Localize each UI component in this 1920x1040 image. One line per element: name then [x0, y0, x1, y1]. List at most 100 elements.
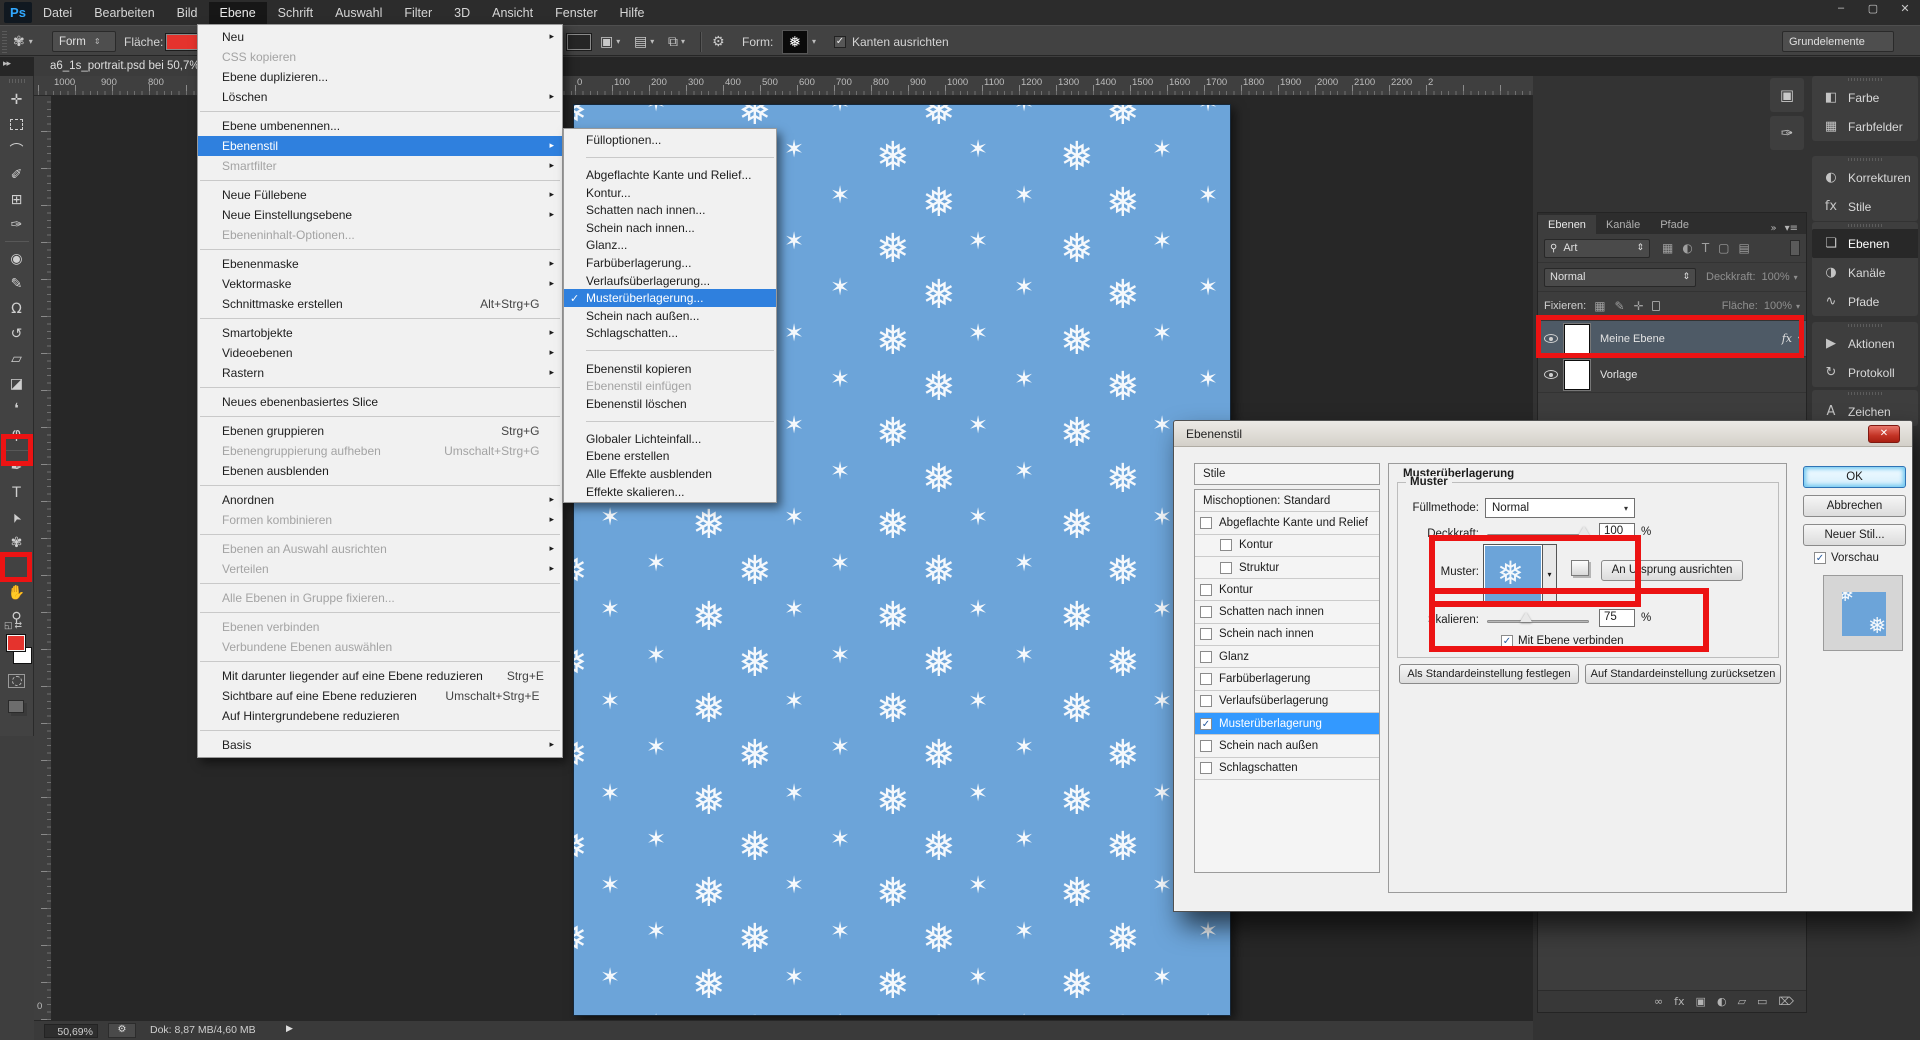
- menu-item[interactable]: ✓ Alle Ebenen in Gruppe fixieren... ▸: [198, 588, 562, 608]
- tool-button[interactable]: ✑: [2, 212, 32, 237]
- style-checkbox[interactable]: ✓: [1200, 606, 1212, 618]
- menu-item[interactable]: ✓ Auf Hintergrundebene reduzieren ▸: [198, 706, 562, 726]
- menu-item[interactable]: ✓ Videoebenen ▸: [198, 343, 562, 363]
- menu-item[interactable]: ✓ Löschen ▸: [198, 87, 562, 107]
- tool-button[interactable]: ⌒: [2, 137, 32, 162]
- tool-button[interactable]: [2, 446, 32, 455]
- tool-button[interactable]: ▱: [2, 346, 32, 371]
- panel-collapse-icon[interactable]: »: [1770, 223, 1776, 234]
- style-checkbox[interactable]: ✓: [1200, 584, 1212, 596]
- menu-item[interactable]: ✓ ▸: [198, 481, 562, 490]
- filter-kind-icon[interactable]: ▢: [1718, 241, 1729, 255]
- tool-button[interactable]: ✎: [2, 271, 32, 296]
- workspace-switcher[interactable]: Grundelemente: [1782, 31, 1894, 52]
- menu-item[interactable]: ✓ ▸: [198, 530, 562, 539]
- blend-mode-select[interactable]: Normal ⇕: [1544, 268, 1696, 287]
- tab-kanaele[interactable]: Kanäle: [1596, 215, 1650, 234]
- style-row[interactable]: ✓ Mischoptionen: Standard: [1195, 490, 1379, 512]
- custom-shape-tool-icon[interactable]: ✾: [13, 34, 25, 50]
- dock-icon-button[interactable]: ▣: [1770, 78, 1804, 112]
- layer-thumbnail[interactable]: [1564, 324, 1590, 354]
- tool-button[interactable]: ⊞: [2, 187, 32, 212]
- new-style-button[interactable]: Neuer Stil...: [1803, 524, 1906, 546]
- tool-button[interactable]: ❛: [2, 396, 32, 421]
- style-row[interactable]: ✓ Abgeflachte Kante und Relief: [1195, 512, 1379, 534]
- style-checkbox[interactable]: ✓: [1200, 762, 1212, 774]
- tool-button[interactable]: ➤: [2, 505, 32, 530]
- menu-item[interactable]: ✓ Basis ▸: [198, 735, 562, 755]
- dock-panel-button[interactable]: ◑ Kanäle: [1812, 258, 1918, 287]
- dialog-title-bar[interactable]: Ebenenstil ✕: [1174, 421, 1912, 447]
- menu-item[interactable]: ✓ Ebenen an Auswahl ausrichten ▸: [198, 539, 562, 559]
- lock-option-icon[interactable]: ✎: [1615, 299, 1625, 313]
- menu-item[interactable]: ✓ CSS kopieren ▸: [198, 47, 562, 67]
- menu-item[interactable]: ✓ Effekte skalieren... ▸: [564, 483, 776, 501]
- menu-item[interactable]: ✓ Musterüberlagerung... ▸: [564, 289, 776, 307]
- foreground-color-swatch[interactable]: [6, 634, 26, 652]
- menu-item[interactable]: ✓ ▸: [198, 176, 562, 185]
- dock-panel-button[interactable]: ◧ Farbe: [1812, 83, 1918, 112]
- menu-item[interactable]: ✓ Verbundene Ebenen auswählen ▸: [198, 637, 562, 657]
- dock-panel-button[interactable]: ∿ Pfade: [1812, 287, 1918, 316]
- stroke-color-swatch[interactable]: [566, 33, 592, 51]
- menu-item[interactable]: ✓ Globaler Lichteinfall... ▸: [564, 430, 776, 448]
- menu-item[interactable]: ✓ Fülloptionen... ▸: [564, 131, 776, 149]
- style-row[interactable]: ✓ Farbüberlagerung: [1195, 668, 1379, 690]
- cancel-button[interactable]: Abbrechen: [1803, 495, 1906, 517]
- menu-item[interactable]: Ebene: [209, 2, 267, 24]
- style-checkbox[interactable]: ✓: [1220, 539, 1232, 551]
- tab-ebenen[interactable]: Ebenen: [1538, 215, 1596, 234]
- set-default-button[interactable]: Als Standardeinstellung festlegen: [1399, 664, 1579, 684]
- menu-item[interactable]: ✓ Schatten nach innen... ▸: [564, 201, 776, 219]
- menu-item[interactable]: ✓ Abgeflachte Kante und Relief... ▸: [564, 166, 776, 184]
- style-checkbox[interactable]: ✓: [1220, 562, 1232, 574]
- layer-thumbnail[interactable]: [1564, 360, 1590, 390]
- ok-button[interactable]: OK: [1803, 466, 1906, 488]
- align-origin-button[interactable]: An Ursprung ausrichten: [1601, 560, 1743, 581]
- menu-item[interactable]: Auswahl: [324, 2, 393, 24]
- visibility-eye-icon[interactable]: [1538, 334, 1564, 343]
- menu-item[interactable]: ✓ Ebenen verbinden ▸: [198, 617, 562, 637]
- menu-item[interactable]: ✓ Ebenenmaske ▸: [198, 254, 562, 274]
- layer-row-vorlage[interactable]: Vorlage: [1538, 357, 1806, 393]
- lock-all-icon[interactable]: [1652, 301, 1660, 311]
- menu-item[interactable]: ✓ Schein nach innen... ▸: [564, 219, 776, 237]
- menu-item[interactable]: Fenster: [544, 2, 608, 24]
- menu-item[interactable]: ✓ Neu ▸: [198, 27, 562, 47]
- menu-item[interactable]: Datei: [32, 2, 83, 24]
- menu-item[interactable]: ✓ Alle Effekte ausblenden ▸: [564, 465, 776, 483]
- menu-item[interactable]: ✓ Neue Einstellungsebene ▸: [198, 205, 562, 225]
- fill-color-swatch[interactable]: [165, 33, 199, 51]
- options-grip[interactable]: [2, 31, 7, 53]
- zoom-level-field[interactable]: 50,69%: [44, 1024, 98, 1038]
- menu-item[interactable]: ✓ ▸: [198, 107, 562, 116]
- menu-item[interactable]: ✓ Ebene duplizieren... ▸: [198, 67, 562, 87]
- menu-item[interactable]: Bild: [166, 2, 209, 24]
- filter-kind-icon[interactable]: ▦: [1662, 241, 1673, 255]
- menu-item[interactable]: ✓ ▸: [564, 342, 776, 360]
- filter-kind-icon[interactable]: ▤: [1739, 241, 1750, 255]
- menu-item[interactable]: ✓ ▸: [198, 314, 562, 323]
- menu-item[interactable]: ✓ ▸: [198, 383, 562, 392]
- menu-item[interactable]: ✓ Anordnen ▸: [198, 490, 562, 510]
- tool-button[interactable]: ◉: [2, 246, 32, 271]
- style-row[interactable]: ✓ Kontur: [1195, 579, 1379, 601]
- fx-expand-icon[interactable]: ▾: [1798, 334, 1802, 343]
- menu-item[interactable]: ✓ Schlagschatten... ▸: [564, 325, 776, 343]
- menu-item[interactable]: ✓ Verteilen ▸: [198, 559, 562, 579]
- filter-type-select[interactable]: ⚲ Art ⇕: [1544, 239, 1650, 258]
- toolbar-collapse-icon[interactable]: ▸▸: [3, 59, 10, 69]
- tool-button[interactable]: [2, 555, 32, 580]
- gear-icon[interactable]: ⚙: [712, 34, 725, 50]
- dock-panel-button[interactable]: ↻ Protokoll: [1812, 358, 1918, 387]
- tool-button[interactable]: ↺: [2, 321, 32, 346]
- style-row[interactable]: ✓ Schein nach innen: [1195, 624, 1379, 646]
- path-arrangement-icon[interactable]: ⧉: [668, 34, 678, 50]
- filter-kind-icon[interactable]: ◐: [1682, 241, 1692, 255]
- menu-item[interactable]: Bearbeiten: [83, 2, 165, 24]
- menu-item[interactable]: ✓ Ebenengruppierung aufheben Umschalt+St…: [198, 441, 562, 461]
- opacity-value-field[interactable]: 100: [1599, 523, 1635, 541]
- path-operations-icon[interactable]: ▣: [600, 34, 613, 50]
- menu-item[interactable]: Hilfe: [609, 2, 656, 24]
- fill-value[interactable]: 100%: [1764, 300, 1792, 312]
